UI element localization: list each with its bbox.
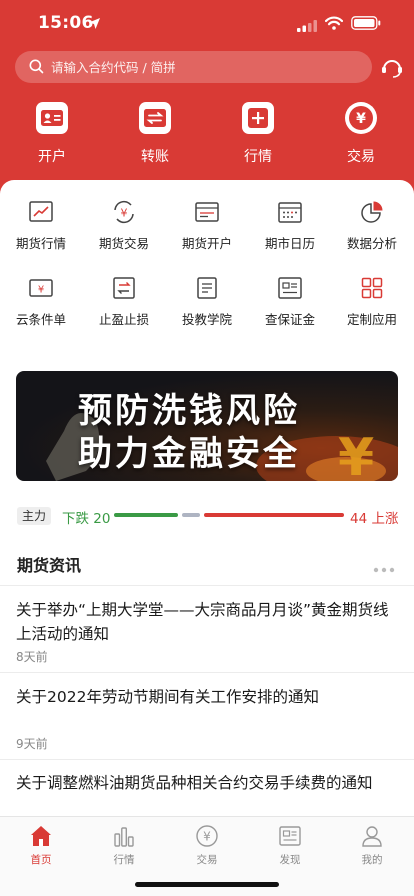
grid-label: 期市日历 — [264, 236, 315, 251]
grid-item-margin-check[interactable]: 查保证金 — [249, 274, 331, 328]
tab-home[interactable]: 首页 — [0, 823, 82, 867]
grid-label: 止盈止损 — [98, 312, 149, 327]
quick-action-open-account[interactable]: 开户 — [12, 102, 92, 166]
transfer-icon — [139, 102, 171, 134]
id-card-icon — [36, 102, 68, 134]
calendar-icon — [276, 198, 304, 226]
home-icon — [0, 823, 82, 849]
grid-item-stop-profit-loss[interactable]: 止盈止损 — [83, 274, 165, 328]
quick-action-trade[interactable]: ¥ 交易 — [321, 102, 401, 166]
svg-text:¥: ¥ — [203, 830, 211, 844]
user-icon — [331, 823, 413, 849]
yen-exchange-icon: ¥ — [110, 198, 138, 226]
document-icon — [193, 274, 221, 302]
plus-icon — [242, 102, 274, 134]
grid-item-cloud-order[interactable]: ¥ 云条件单 — [0, 274, 82, 328]
more-dots-icon[interactable] — [373, 558, 395, 577]
quick-action-transfer[interactable]: 转账 — [115, 102, 195, 166]
divider — [0, 585, 414, 586]
svg-text:¥: ¥ — [38, 285, 44, 296]
grid-item-market-calendar[interactable]: 期市日历 — [249, 198, 331, 252]
tab-label: 行情 — [113, 854, 135, 866]
tab-label: 我的 — [361, 854, 383, 866]
location-arrow-icon — [88, 15, 101, 34]
card-icon — [276, 274, 304, 302]
bar-chart-icon — [83, 823, 165, 849]
news-item-time: 8天前 — [16, 650, 48, 664]
grid-label: 定制应用 — [346, 312, 397, 327]
search-input[interactable] — [51, 51, 361, 83]
grid-label: 期货行情 — [15, 236, 66, 251]
apps-grid-icon — [358, 274, 386, 302]
divider — [0, 672, 414, 673]
svg-text:¥: ¥ — [121, 207, 128, 220]
news-item-title[interactable]: 关于调整燃料油期货品种相关合约交易手续费的通知 — [16, 771, 396, 795]
grid-item-data-analysis[interactable]: 数据分析 — [331, 198, 413, 252]
ticket-icon: ¥ — [27, 274, 55, 302]
grid-item-education[interactable]: 投教学院 — [166, 274, 248, 328]
flat-bar — [182, 513, 200, 517]
grid-label: 期货交易 — [98, 236, 149, 251]
svg-text:¥: ¥ — [338, 428, 374, 481]
quick-actions: 开户 转账 行情 ¥ 交易 — [0, 102, 414, 172]
status-time: 15:06 — [38, 13, 94, 33]
swap-icon — [110, 274, 138, 302]
pie-chart-icon — [358, 198, 386, 226]
grid-item-custom-apps[interactable]: 定制应用 — [331, 274, 413, 328]
search-icon — [29, 59, 44, 78]
grid-item-futures-account[interactable]: 期货开户 — [166, 198, 248, 252]
svg-text:¥: ¥ — [356, 111, 366, 127]
home-indicator — [135, 882, 279, 887]
cellular-signal-icon — [297, 17, 317, 36]
chart-trend-icon — [27, 198, 55, 226]
grid-label: 数据分析 — [346, 236, 397, 251]
quick-action-label: 行情 — [244, 149, 272, 165]
tab-quotes[interactable]: 行情 — [83, 823, 165, 867]
battery-icon — [351, 15, 381, 34]
yen-icon: ¥ — [345, 102, 377, 134]
main-contract-tag: 主力 — [17, 507, 51, 525]
decline-count: 下跌 20 — [62, 511, 111, 527]
form-icon — [193, 198, 221, 226]
wifi-icon — [324, 15, 344, 34]
grid-label: 期货开户 — [181, 236, 232, 251]
news-icon — [249, 823, 331, 849]
grid-label: 投教学院 — [181, 312, 232, 327]
grid-label: 云条件单 — [15, 312, 66, 327]
news-item-time: 9天前 — [16, 737, 48, 751]
quick-action-label: 交易 — [347, 149, 375, 165]
quick-action-quotes[interactable]: 行情 — [218, 102, 298, 166]
promo-banner[interactable]: ¥ 预防洗钱风险 助力金融安全 — [16, 371, 398, 481]
yen-circle-icon: ¥ — [166, 823, 248, 849]
status-bar: 15:06 — [0, 0, 414, 46]
customer-service-icon[interactable] — [378, 53, 406, 85]
banner-headline: 预防洗钱风险 — [78, 391, 300, 431]
tab-trade[interactable]: ¥ 交易 — [166, 823, 248, 867]
tab-label: 首页 — [30, 854, 52, 866]
tab-label: 交易 — [196, 854, 218, 866]
divider — [0, 759, 414, 760]
banner-subheadline: 助力金融安全 — [78, 434, 300, 474]
news-item-title[interactable]: 关于2022年劳动节期间有关工作安排的通知 — [16, 685, 396, 709]
grid-item-futures-quotes[interactable]: 期货行情 — [0, 198, 82, 252]
quick-action-label: 转账 — [141, 149, 169, 165]
tab-label: 发现 — [279, 854, 301, 866]
grid-item-futures-trade[interactable]: ¥ 期货交易 — [83, 198, 165, 252]
advance-bar — [204, 513, 344, 517]
tab-profile[interactable]: 我的 — [331, 823, 413, 867]
grid-label: 查保证金 — [264, 312, 315, 327]
quick-action-label: 开户 — [38, 149, 66, 165]
search-bar[interactable] — [15, 51, 372, 83]
news-item-title[interactable]: 关于举办“上期大学堂——大宗商品月月谈”黄金期货线上活动的通知 — [16, 598, 396, 646]
tab-discover[interactable]: 发现 — [249, 823, 331, 867]
advance-count: 44 上涨 — [350, 511, 399, 527]
news-section-title: 期货资讯 — [17, 556, 82, 575]
decline-bar — [114, 513, 178, 517]
